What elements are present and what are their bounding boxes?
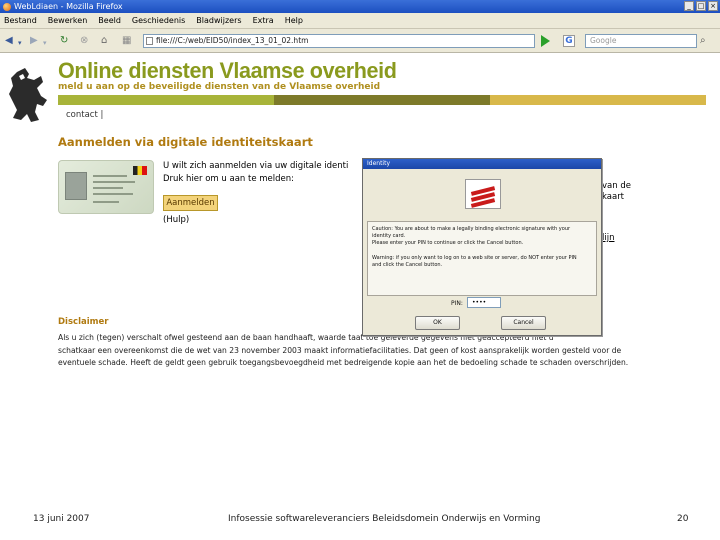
site-title: Online diensten Vlaamse overheid	[58, 58, 397, 83]
belgian-flag-icon	[133, 166, 147, 175]
intro-text: U wilt zich aanmelden via uw digitale id…	[163, 161, 349, 171]
forward-icon[interactable]: ▶	[30, 35, 38, 47]
go-icon[interactable]	[541, 35, 550, 47]
pin-value: ••••	[472, 299, 487, 306]
footer-page-number: 20	[677, 514, 689, 524]
stop-icon[interactable]: ⊗	[80, 35, 88, 47]
menu-edit[interactable]: Bewerken	[48, 16, 88, 25]
google-icon[interactable]: G	[563, 35, 575, 47]
menu-tools[interactable]: Extra	[253, 16, 274, 25]
warning-text: and click the Cancel button.	[372, 262, 443, 268]
color-bar	[490, 95, 706, 105]
menu-history[interactable]: Geschiedenis	[132, 16, 185, 25]
caution-text: identity card.	[372, 233, 406, 239]
forward-dropdown-icon[interactable]: ▾	[43, 37, 47, 49]
close-button[interactable]: ×	[708, 1, 718, 11]
footer-caption: Infosessie softwareleveranciers Beleidsd…	[228, 514, 541, 524]
eid-card-image	[58, 160, 154, 214]
navigation-toolbar: ◀ ▾ ▶ ▾ ↻ ⊗ ⌂ ▦ file:///C:/web/EID50/ind…	[0, 29, 720, 53]
search-placeholder: Google	[590, 36, 617, 45]
color-bar	[274, 95, 490, 105]
site-subtitle: meld u aan op de beveiligde diensten van…	[58, 82, 381, 92]
page-icon[interactable]: ▦	[122, 35, 131, 47]
side-text-line: van de	[602, 181, 631, 191]
decorative-color-bars	[58, 95, 706, 105]
menu-file[interactable]: Bestand	[4, 16, 37, 25]
contact-link[interactable]: contact |	[66, 110, 103, 120]
pin-label: PIN:	[451, 300, 463, 307]
eid-logo-icon	[465, 179, 501, 209]
home-icon[interactable]: ⌂	[101, 35, 107, 47]
pin-input[interactable]: ••••	[467, 297, 501, 308]
url-field[interactable]: file:///C:/web/EID50/index_13_01_02.htm	[143, 34, 535, 48]
browser-screenshot: WebLdiaen - Mozilla Firefox _ □ × Bestan…	[0, 0, 720, 372]
intro-instruction: Druk hier om u aan te melden:	[163, 174, 295, 184]
firefox-icon	[3, 3, 11, 11]
disclaimer-line: eventuele schade. Heeft de geldt geen ge…	[58, 358, 629, 367]
window-controls: _ □ ×	[684, 1, 718, 11]
disclaimer-heading: Disclaimer	[58, 317, 109, 327]
help-link[interactable]: (Hulp)	[163, 215, 189, 225]
menu-view[interactable]: Beeld	[98, 16, 121, 25]
card-text-line	[93, 175, 127, 177]
disclaimer-line: schatkaar een overeenkomst die de wet va…	[58, 346, 622, 355]
document-icon	[146, 37, 153, 45]
reload-icon[interactable]: ↻	[60, 35, 68, 47]
ok-button[interactable]: OK	[415, 316, 460, 330]
footer-date: 13 juni 2007	[33, 514, 90, 524]
card-text-line	[93, 201, 119, 203]
card-text-line	[93, 181, 135, 183]
menu-bar: Bestand Bewerken Beeld Geschiedenis Blad…	[0, 13, 720, 29]
flemish-lion-logo	[9, 68, 47, 122]
caution-text: Please enter your PIN to continue or cli…	[372, 240, 524, 246]
menu-bookmarks[interactable]: Bladwijzers	[196, 16, 241, 25]
window-title: WebLdiaen - Mozilla Firefox	[14, 2, 123, 11]
search-input[interactable]: Google	[585, 34, 697, 48]
dialog-title: Identity	[363, 159, 601, 169]
side-link[interactable]: lijn	[602, 233, 614, 243]
color-bar	[58, 95, 274, 105]
cancel-button[interactable]: Cancel	[501, 316, 546, 330]
pin-dialog: Identity Caution: You are about to make …	[362, 158, 602, 336]
search-icon[interactable]: ⌕	[700, 35, 706, 46]
menu-help[interactable]: Help	[285, 16, 303, 25]
card-photo	[65, 172, 87, 200]
dialog-message-box: Caution: You are about to make a legally…	[367, 221, 597, 296]
page-heading: Aanmelden via digitale identiteitskaart	[58, 135, 313, 149]
card-text-line	[93, 187, 123, 189]
url-text: file:///C:/web/EID50/index_13_01_02.htm	[156, 36, 309, 45]
back-dropdown-icon[interactable]: ▾	[18, 37, 22, 49]
side-text-line: kaart	[602, 192, 625, 202]
back-icon[interactable]: ◀	[5, 35, 13, 47]
window-titlebar: WebLdiaen - Mozilla Firefox _ □ ×	[0, 0, 720, 13]
warning-text: Warning: if you only want to log on to a…	[372, 255, 577, 261]
minimize-button[interactable]: _	[684, 1, 694, 11]
card-text-line	[93, 193, 133, 195]
login-button[interactable]: Aanmelden	[163, 195, 218, 211]
caution-text: Caution: You are about to make a legally…	[372, 226, 571, 232]
maximize-button[interactable]: □	[696, 1, 706, 11]
